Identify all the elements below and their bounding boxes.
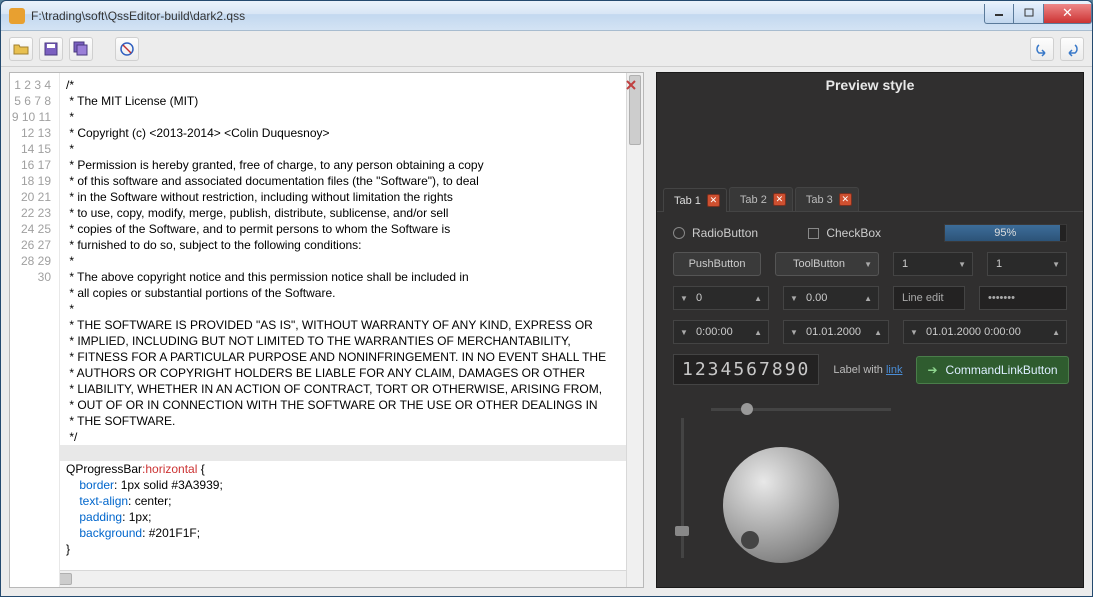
code-area[interactable]: /* * The MIT License (MIT) * * Copyright…: [60, 73, 626, 587]
minimize-button[interactable]: [984, 4, 1014, 24]
spinbox-float[interactable]: ▼0.00▲: [783, 286, 879, 310]
lcd-number: 1234567890: [673, 354, 819, 385]
tab-close-icon[interactable]: ✕: [839, 193, 852, 206]
horizontal-slider[interactable]: [711, 401, 891, 417]
preview-tab-1[interactable]: Tab 1✕: [663, 188, 727, 212]
preview-tab-3[interactable]: Tab 3✕: [795, 187, 859, 211]
stop-button[interactable]: [115, 37, 139, 61]
preview-title: Preview style: [657, 73, 1083, 185]
line-gutter: 1 2 3 4 5 6 7 8 9 10 11 12 13 14 15 16 1…: [10, 73, 60, 587]
progressbar: 95%: [944, 224, 1067, 242]
redo-button[interactable]: [1060, 37, 1084, 61]
save-button[interactable]: [39, 37, 63, 61]
preview-panel: Preview style Tab 1✕ Tab 2✕ Tab 3✕ Radio…: [656, 72, 1084, 588]
tab-close-icon[interactable]: ✕: [707, 194, 720, 207]
code-editor[interactable]: 1 2 3 4 5 6 7 8 9 10 11 12 13 14 15 16 1…: [9, 72, 644, 588]
dial[interactable]: [711, 435, 851, 575]
label-with-link: Label with link: [833, 364, 902, 376]
tab-close-icon[interactable]: ✕: [773, 193, 786, 206]
window-title: F:\trading\soft\QssEditor-build\dark2.qs…: [31, 9, 984, 23]
open-button[interactable]: [9, 37, 33, 61]
app-window: F:\trading\soft\QssEditor-build\dark2.qs…: [0, 0, 1093, 597]
maximize-button[interactable]: [1014, 4, 1044, 24]
combobox-1[interactable]: 1▼: [893, 252, 973, 276]
vertical-scrollbar[interactable]: [626, 73, 643, 587]
line-edit[interactable]: Line edit: [893, 286, 965, 310]
pushbutton[interactable]: PushButton: [673, 252, 761, 276]
splitter[interactable]: [648, 72, 652, 588]
toolbutton[interactable]: ToolButton▼: [775, 252, 879, 276]
preview-tabs: Tab 1✕ Tab 2✕ Tab 3✕: [657, 187, 1083, 212]
toolbar: [1, 31, 1092, 67]
titlebar[interactable]: F:\trading\soft\QssEditor-build\dark2.qs…: [1, 1, 1092, 31]
checkbox[interactable]: CheckBox: [808, 226, 929, 240]
app-icon: [9, 8, 25, 24]
label-link[interactable]: link: [886, 364, 903, 376]
date-edit[interactable]: ▼01.01.2000▲: [783, 320, 889, 344]
spinbox-int[interactable]: ▼0▲: [673, 286, 769, 310]
undo-button[interactable]: [1030, 37, 1054, 61]
preview-tab-2[interactable]: Tab 2✕: [729, 187, 793, 211]
close-button[interactable]: ✕: [1044, 4, 1092, 24]
radiobutton[interactable]: RadioButton: [673, 226, 794, 240]
vertical-slider[interactable]: [673, 418, 691, 558]
time-edit[interactable]: ▼0:00:00▲: [673, 320, 769, 344]
password-edit[interactable]: •••••••: [979, 286, 1067, 310]
save-all-button[interactable]: [69, 37, 93, 61]
datetime-edit[interactable]: ▼01.01.2000 0:00:00▲: [903, 320, 1067, 344]
command-link-button[interactable]: ➔CommandLinkButton: [916, 356, 1068, 384]
combobox-2[interactable]: 1▼: [987, 252, 1067, 276]
arrow-right-icon: ➔: [927, 363, 937, 377]
